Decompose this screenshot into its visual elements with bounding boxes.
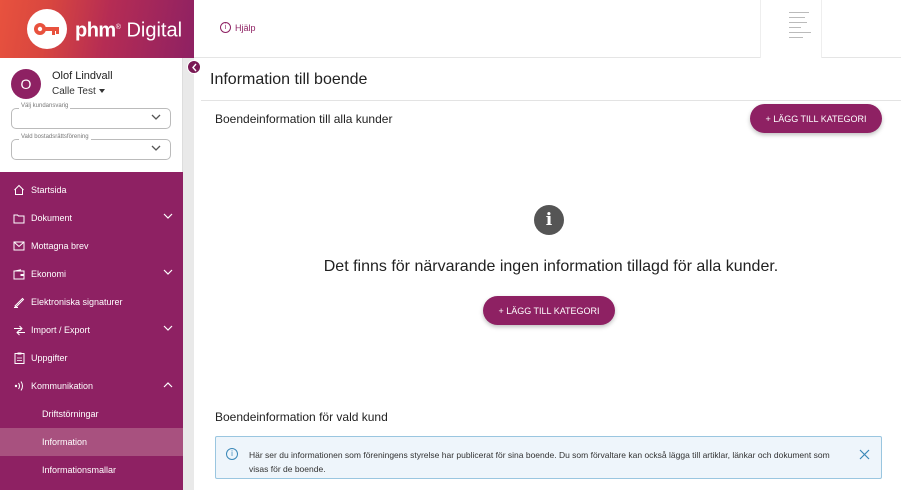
sidebar-item-startsida[interactable]: Startsida — [0, 176, 183, 204]
info-icon: i — [220, 22, 231, 33]
broadcast-icon — [12, 379, 26, 393]
top-header: i Hjälp — [194, 0, 901, 58]
divider — [201, 100, 901, 101]
logo-bar: phm® Digital — [0, 0, 194, 58]
sidebar-item-label: Elektroniska signaturer — [31, 297, 123, 307]
customer-manager-select[interactable]: Välj kundansvarig — [11, 103, 171, 129]
add-category-button[interactable]: + LÄGG TILL KATEGORI — [750, 104, 882, 133]
customer-manager-label: Välj kundansvarig — [19, 103, 71, 109]
sidebar-item-ekonomi[interactable]: Ekonomi — [0, 260, 183, 288]
sidebar-item-mottagna-brev[interactable]: Mottagna brev — [0, 232, 183, 260]
sidebar-subitem-label: Driftstörningar — [42, 409, 99, 419]
sidebar-subitem-driftstorningar[interactable]: Driftstörningar — [0, 400, 183, 428]
logo-badge — [27, 9, 67, 49]
info-banner: i Här ser du informationen som föreninge… — [215, 436, 882, 479]
user-name: Olof Lindvall — [52, 70, 113, 82]
close-icon[interactable] — [859, 449, 870, 460]
brand-suffix: Digital — [126, 19, 183, 42]
sidebar-item-label: Startsida — [31, 185, 67, 195]
pen-icon — [12, 295, 26, 309]
chevron-down-icon — [151, 145, 161, 151]
sidebar-subitem-informationsmallar[interactable]: Informationsmallar — [0, 456, 183, 484]
avatar[interactable]: O — [11, 69, 41, 99]
association-label: Vald bostadsrättsförening — [19, 134, 91, 140]
sidebar-item-dokument[interactable]: Dokument — [0, 204, 183, 232]
clipboard-icon — [12, 351, 26, 365]
caret-down-icon — [98, 89, 105, 94]
help-label: Hjälp — [235, 22, 256, 33]
sidebar-subitem-information[interactable]: Information — [0, 428, 183, 456]
collapse-sidebar-button[interactable] — [187, 60, 201, 74]
sidebar-item-uppgifter[interactable]: Uppgifter — [0, 344, 183, 372]
sidebar-item-import-export[interactable]: Import / Export — [0, 316, 183, 344]
info-banner-text: Här ser du informationen som föreningens… — [249, 450, 830, 474]
chevron-down-icon — [163, 325, 173, 331]
sidebar-item-label: Dokument — [31, 213, 73, 223]
sidebar: phm® Digital O Olof Lindvall Calle Test … — [0, 0, 194, 490]
main-content: Information till boende Boendeinformatio… — [201, 58, 901, 490]
home-icon — [12, 183, 26, 197]
empty-state-message: Det finns för närvarande ingen informati… — [323, 258, 779, 275]
folder-icon — [12, 211, 26, 225]
user-panel: O Olof Lindvall Calle Test Välj kundansv… — [0, 58, 183, 172]
company-switcher[interactable]: Calle Test — [52, 86, 105, 97]
chevron-down-icon — [163, 213, 173, 219]
chevron-down-icon — [163, 269, 173, 275]
sidebar-item-elektroniska-signaturer[interactable]: Elektroniska signaturer — [0, 288, 183, 316]
wallet-icon — [12, 267, 26, 281]
chevron-left-icon — [192, 63, 197, 72]
sidebar-nav: Startsida Dokument Mottagna brev Ekonomi… — [0, 176, 183, 484]
brand-name: phm — [75, 19, 116, 42]
key-icon — [34, 23, 59, 35]
brand-logo[interactable]: phm® Digital — [75, 16, 182, 43]
sidebar-scrollbar[interactable] — [183, 58, 194, 490]
mail-icon — [12, 239, 26, 253]
help-link[interactable]: i Hjälp — [220, 22, 256, 33]
section-title-selected-customer: Boendeinformation för vald kund — [215, 410, 388, 424]
sidebar-item-label: Import / Export — [31, 325, 91, 335]
chevron-up-icon — [163, 382, 173, 388]
info-icon: i — [534, 205, 564, 235]
sidebar-item-label: Mottagna brev — [31, 241, 89, 251]
page-title: Information till boende — [210, 71, 368, 88]
document-thumbnail[interactable] — [760, 0, 822, 58]
sidebar-item-label: Uppgifter — [31, 353, 68, 363]
sidebar-subitem-label: Information — [42, 437, 88, 447]
sidebar-item-kommunikation[interactable]: Kommunikation — [0, 372, 183, 400]
info-icon: i — [226, 448, 238, 460]
sidebar-item-label: Ekonomi — [31, 269, 67, 279]
chevron-down-icon — [151, 114, 161, 120]
section-title-all-customers: Boendeinformation till alla kunder — [215, 112, 393, 126]
association-select[interactable]: Vald bostadsrättsförening — [11, 134, 171, 160]
import-export-icon — [12, 323, 26, 337]
sidebar-item-label: Kommunikation — [31, 381, 94, 391]
sidebar-subitem-label: Informationsmallar — [42, 465, 117, 475]
company-name: Calle Test — [52, 86, 96, 97]
add-category-button-empty-state[interactable]: + LÄGG TILL KATEGORI — [483, 296, 615, 325]
